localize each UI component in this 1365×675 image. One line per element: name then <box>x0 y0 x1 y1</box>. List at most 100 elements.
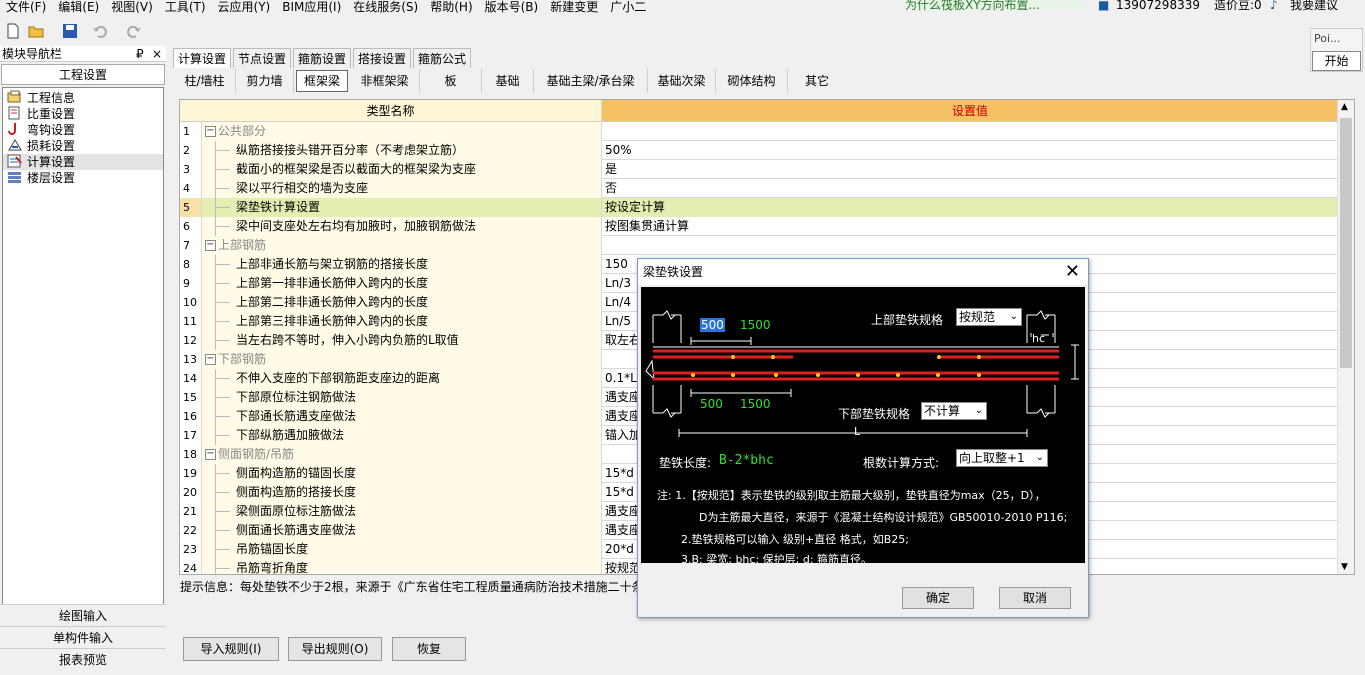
tab-foundation[interactable]: 基础 <box>482 69 534 93</box>
tab-foundation-secondary-beam[interactable]: 基础次梁 <box>648 69 716 93</box>
cancel-button[interactable]: 取消 <box>999 587 1071 609</box>
nav-item-loss[interactable]: 损耗设置 <box>3 138 163 154</box>
bell-icon[interactable]: ♪ <box>1270 0 1278 11</box>
nav-item-floor[interactable]: 楼层设置 <box>3 170 163 186</box>
menu-view[interactable]: 视图(V) <box>111 1 153 13</box>
menu-version[interactable]: 版本号(B) <box>485 1 539 13</box>
row-type-name[interactable]: 上部第一排非通长筋伸入跨内的长度 <box>202 274 602 293</box>
tab-stirrup-settings[interactable]: 箍筋设置 <box>293 48 352 68</box>
start-button[interactable]: 开始 <box>1312 51 1361 71</box>
nav-item-density[interactable]: 比重设置 <box>3 106 163 122</box>
tab-lap-settings[interactable]: 搭接设置 <box>353 48 412 68</box>
collapse-icon[interactable]: − <box>205 126 216 137</box>
row-type-name[interactable]: 当左右跨不等时，伸入小跨内负筋的L取值 <box>202 331 602 350</box>
row-value[interactable] <box>602 122 1338 141</box>
nav-header-project-settings[interactable]: 工程设置 <box>1 64 165 85</box>
row-type-name[interactable]: 侧面构造筋的锚固长度 <box>202 464 602 483</box>
row-type-name[interactable]: 下部原位标注钢筋做法 <box>202 388 602 407</box>
row-value[interactable] <box>602 236 1338 255</box>
row-value[interactable]: 是 <box>602 160 1338 179</box>
dialog-close-icon[interactable]: ✕ <box>1065 259 1080 285</box>
row-type-name[interactable]: 梁侧面原位标注筋做法 <box>202 502 602 521</box>
save-icon[interactable] <box>62 23 78 39</box>
menu-online[interactable]: 在线服务(S) <box>353 1 418 13</box>
row-type-name[interactable]: − 公共部分 <box>202 122 602 141</box>
ok-button[interactable]: 确定 <box>902 587 974 609</box>
table-row[interactable]: 5 梁垫铁计算设置 按设定计算 <box>180 198 1338 217</box>
scroll-down-icon[interactable]: ▼ <box>1341 562 1348 572</box>
table-row[interactable]: 3 截面小的框架梁是否以截面大的框架梁为支座 是 <box>180 160 1338 179</box>
menu-help[interactable]: 帮助(H) <box>430 1 472 13</box>
menu-new-change[interactable]: 新建变更 <box>550 1 598 13</box>
bottom-dim-500[interactable]: 500 <box>700 397 723 411</box>
row-type-name[interactable]: 梁垫铁计算设置 <box>202 198 602 217</box>
bottom-dim-1500[interactable]: 1500 <box>740 397 771 411</box>
open-folder-icon[interactable] <box>28 23 44 39</box>
pad-length-formula[interactable]: B-2*bhc <box>719 453 774 468</box>
row-type-name[interactable]: 吊筋弯折角度 <box>202 559 602 574</box>
tab-shear-wall[interactable]: 剪力墙 <box>236 69 294 93</box>
nav-item-project-info[interactable]: 工程信息 <box>3 90 163 106</box>
row-type-name[interactable]: 侧面通长筋遇支座做法 <box>202 521 602 540</box>
top-pad-spec-select[interactable]: 按规范 ⌄ <box>956 308 1022 326</box>
menu-bim[interactable]: BIM应用(I) <box>282 1 341 13</box>
menu-cloud[interactable]: 云应用(Y) <box>218 1 271 13</box>
tab-slab[interactable]: 板 <box>420 69 482 93</box>
tab-column-wall[interactable]: 柱/墙柱 <box>174 69 236 93</box>
collapse-icon[interactable]: − <box>205 354 216 365</box>
ad-link[interactable]: 为什么筏板XY方向布置... <box>905 0 1085 11</box>
menu-edit[interactable]: 编辑(E) <box>58 1 99 13</box>
count-method-select[interactable]: 向上取整+1 ⌄ <box>956 449 1048 467</box>
scroll-thumb[interactable] <box>1340 118 1352 368</box>
row-type-name[interactable]: 梁以平行相交的墙为支座 <box>202 179 602 198</box>
row-type-name[interactable]: 侧面构造筋的搭接长度 <box>202 483 602 502</box>
row-type-name[interactable]: 下部纵筋遇加腋做法 <box>202 426 602 445</box>
advice-link[interactable]: 我要建议 <box>1290 0 1338 11</box>
bottom-pad-spec-select[interactable]: 不计算 ⌄ <box>921 402 987 420</box>
row-type-name[interactable]: − 下部钢筋 <box>202 350 602 369</box>
export-rules-button[interactable]: 导出规则(O) <box>288 637 382 661</box>
table-row[interactable]: 4 梁以平行相交的墙为支座 否 <box>180 179 1338 198</box>
top-dim-1500[interactable]: 1500 <box>740 318 771 332</box>
redo-icon[interactable] <box>126 23 142 39</box>
tab-masonry[interactable]: 砌体结构 <box>716 69 788 93</box>
collapse-icon[interactable]: − <box>205 449 216 460</box>
undo-icon[interactable] <box>92 23 108 39</box>
tab-non-frame-beam[interactable]: 非框架梁 <box>350 69 420 93</box>
nav-item-hook[interactable]: 弯钩设置 <box>3 122 163 138</box>
pin-icon[interactable]: ₽ <box>136 46 144 62</box>
restore-button[interactable]: 恢复 <box>392 637 466 661</box>
row-type-name[interactable]: − 侧面钢筋/吊筋 <box>202 445 602 464</box>
menu-file[interactable]: 文件(F) <box>6 1 46 13</box>
grid-scrollbar[interactable]: ▲ ▼ <box>1337 100 1354 574</box>
row-type-name[interactable]: 纵筋搭接接头错开百分率（不考虑架立筋） <box>202 141 602 160</box>
nav-drawing-input[interactable]: 绘图输入 <box>0 604 166 626</box>
row-value[interactable]: 50% <box>602 141 1338 160</box>
table-row[interactable]: 6 梁中间支座处左右均有加腋时，加腋钢筋做法 按图集贯通计算 <box>180 217 1338 236</box>
row-type-name[interactable]: − 上部钢筋 <box>202 236 602 255</box>
row-type-name[interactable]: 上部第二排非通长筋伸入跨内的长度 <box>202 293 602 312</box>
close-icon[interactable]: × <box>152 46 162 62</box>
tab-stirrup-formula[interactable]: 箍筋公式 <box>413 48 472 68</box>
row-type-name[interactable]: 上部非通长筋与架立钢筋的搭接长度 <box>202 255 602 274</box>
tab-node-settings[interactable]: 节点设置 <box>233 48 292 68</box>
row-value[interactable]: 按设定计算 <box>602 198 1338 217</box>
new-file-icon[interactable] <box>5 23 21 39</box>
nav-item-calc[interactable]: 计算设置 <box>3 154 163 170</box>
scroll-up-icon[interactable]: ▲ <box>1341 102 1348 112</box>
menu-guang[interactable]: 广小二 <box>610 1 646 13</box>
tab-calc-settings[interactable]: 计算设置 <box>173 48 232 68</box>
table-row[interactable]: 7− 上部钢筋 <box>180 236 1338 255</box>
table-row[interactable]: 1− 公共部分 <box>180 122 1338 141</box>
user-phone[interactable]: 13907298339 <box>1116 0 1200 11</box>
row-type-name[interactable]: 截面小的框架梁是否以截面大的框架梁为支座 <box>202 160 602 179</box>
tab-frame-beam[interactable]: 框架梁 <box>296 70 348 92</box>
import-rules-button[interactable]: 导入规则(I) <box>183 637 279 661</box>
collapse-icon[interactable]: − <box>205 240 216 251</box>
row-value[interactable]: 否 <box>602 179 1338 198</box>
row-type-name[interactable]: 不伸入支座的下部钢筋距支座边的距离 <box>202 369 602 388</box>
row-value[interactable]: 按图集贯通计算 <box>602 217 1338 236</box>
row-type-name[interactable]: 梁中间支座处左右均有加腋时，加腋钢筋做法 <box>202 217 602 236</box>
nav-single-component-input[interactable]: 单构件输入 <box>0 626 166 648</box>
table-row[interactable]: 2 纵筋搭接接头错开百分率（不考虑架立筋） 50% <box>180 141 1338 160</box>
